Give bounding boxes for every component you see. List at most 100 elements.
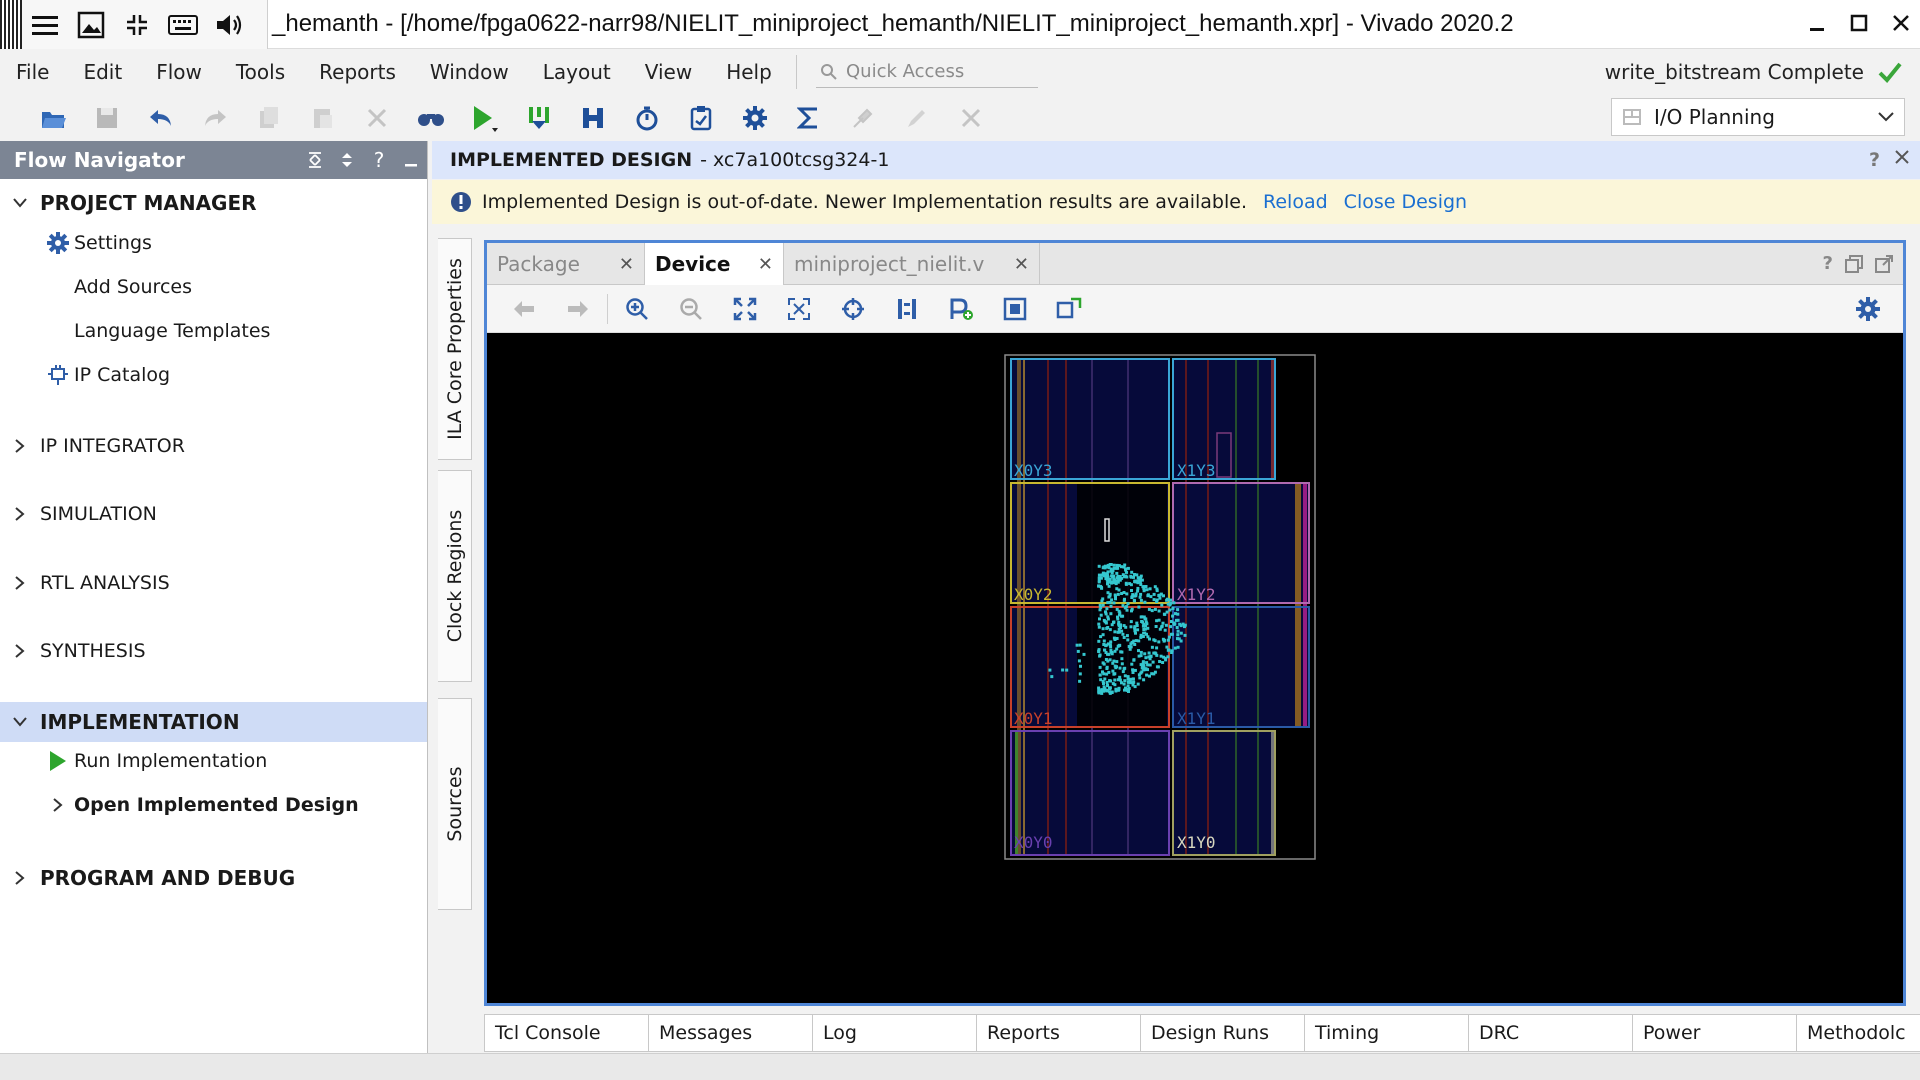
nav-item-add-sources[interactable]: Add Sources [0, 267, 427, 307]
tab-methodology[interactable]: Methodolc [1796, 1014, 1920, 1052]
close-tab-icon[interactable]: ✕ [1014, 254, 1029, 275]
timer-icon[interactable] [620, 98, 674, 138]
undo-icon[interactable] [134, 98, 188, 138]
close-tab-icon[interactable]: ✕ [619, 254, 634, 275]
pblock-icon[interactable] [988, 289, 1042, 329]
maximize-icon[interactable] [1846, 10, 1872, 36]
close-tab-icon[interactable]: ✕ [758, 254, 773, 275]
generate-bitstream-icon[interactable] [512, 98, 566, 138]
tab-timing[interactable]: Timing [1304, 1014, 1468, 1052]
run-icon[interactable] [458, 98, 512, 138]
hamburger-menu-icon[interactable] [22, 0, 68, 49]
tab-reports[interactable]: Reports [976, 1014, 1140, 1052]
forward-arrow-icon[interactable] [551, 289, 605, 329]
placed-cell [1132, 658, 1136, 662]
keyboard-icon[interactable] [160, 0, 206, 49]
quick-access-search[interactable]: Quick Access [816, 56, 1038, 88]
tab-design-runs[interactable]: Design Runs [1140, 1014, 1304, 1052]
section-project-manager[interactable]: PROJECT MANAGER [0, 183, 427, 223]
menu-window[interactable]: Window [430, 60, 509, 84]
tab-log[interactable]: Log [812, 1014, 976, 1052]
minimize-icon[interactable] [1804, 10, 1830, 36]
grip-handle[interactable] [0, 0, 22, 49]
save-icon[interactable] [80, 98, 134, 138]
nav-item-settings[interactable]: Settings [0, 223, 427, 263]
minimize-panel-icon[interactable] [395, 153, 427, 167]
section-simulation[interactable]: SIMULATION [0, 494, 427, 534]
debug-icon[interactable] [836, 98, 890, 138]
find-icon[interactable] [404, 98, 458, 138]
help-icon[interactable]: ? [363, 148, 395, 172]
placed-cell [1155, 598, 1159, 602]
menu-view[interactable]: View [645, 60, 692, 84]
back-arrow-icon[interactable] [497, 289, 551, 329]
zoom-fit-icon[interactable] [718, 289, 772, 329]
tab-messages[interactable]: Messages [648, 1014, 812, 1052]
tab-clock-regions[interactable]: Clock Regions [438, 470, 472, 682]
section-ip-integrator[interactable]: IP INTEGRATOR [0, 426, 427, 466]
menu-help[interactable]: Help [726, 60, 772, 84]
device-canvas[interactable]: X0Y3 X1Y3 X0Y2 X1Y2 X0Y1 X1Y1 X0Y0 X1Y0 [487, 333, 1903, 1003]
crosshair-icon[interactable] [826, 289, 880, 329]
menu-reports[interactable]: Reports [319, 60, 396, 84]
tab-power[interactable]: Power [1632, 1014, 1796, 1052]
report-icon[interactable] [674, 98, 728, 138]
section-implementation[interactable]: IMPLEMENTATION [0, 702, 427, 742]
banner-message: Implemented Design is out-of-date. Newer… [482, 191, 1248, 213]
section-rtl-analysis[interactable]: RTL ANALYSIS [0, 563, 427, 603]
delete-icon[interactable] [350, 98, 404, 138]
nav-item-open-implemented-design[interactable]: Open Implemented Design [0, 785, 427, 825]
menu-edit[interactable]: Edit [83, 60, 122, 84]
float-window-icon[interactable] [1875, 254, 1893, 273]
tab-tcl-console[interactable]: Tcl Console [484, 1014, 648, 1052]
edit-icon[interactable] [890, 98, 944, 138]
restore-icon[interactable] [1845, 254, 1863, 273]
tab-sources[interactable]: Sources [438, 698, 472, 910]
help-icon[interactable]: ? [1823, 253, 1833, 274]
sigma-icon[interactable] [782, 98, 836, 138]
tab-device[interactable]: Device ✕ [645, 243, 784, 285]
fpga-device-map[interactable]: X0Y3 X1Y3 X0Y2 X1Y2 X0Y1 X1Y1 X0Y0 X1Y0 [487, 333, 1903, 1003]
close-icon[interactable] [1888, 10, 1914, 36]
settings-gear-icon[interactable] [728, 98, 782, 138]
placed-cell [1156, 665, 1160, 669]
section-program-debug[interactable]: PROGRAM AND DEBUG [0, 858, 427, 898]
menu-tools[interactable]: Tools [236, 60, 285, 84]
layout-select[interactable]: I/O Planning [1611, 98, 1905, 136]
shrink-icon[interactable] [114, 0, 160, 49]
redo-icon[interactable] [188, 98, 242, 138]
open-project-icon[interactable] [26, 98, 80, 138]
close-design-link[interactable]: Close Design [1344, 191, 1467, 213]
place-ports-icon[interactable] [934, 289, 988, 329]
tab-drc[interactable]: DRC [1468, 1014, 1632, 1052]
section-label: SIMULATION [40, 503, 157, 525]
screenshot-icon[interactable] [68, 0, 114, 49]
tab-package[interactable]: Package ✕ [487, 243, 645, 285]
copy-icon[interactable] [242, 98, 296, 138]
tab-ila-core-properties[interactable]: ILA Core Properties [438, 238, 472, 460]
program-device-icon[interactable] [566, 98, 620, 138]
nav-item-run-implementation[interactable]: Run Implementation [0, 741, 427, 781]
reload-link[interactable]: Reload [1263, 191, 1328, 213]
menu-file[interactable]: File [16, 60, 49, 84]
nav-item-language-templates[interactable]: Language Templates [0, 311, 427, 351]
expand-all-icon[interactable] [331, 152, 363, 168]
menu-flow[interactable]: Flow [156, 60, 202, 84]
zoom-out-icon[interactable] [664, 289, 718, 329]
settings-gear-icon[interactable] [1841, 289, 1895, 329]
help-icon[interactable]: ? [1869, 149, 1880, 171]
volume-icon[interactable] [206, 0, 252, 49]
cancel-icon[interactable] [944, 98, 998, 138]
close-icon[interactable] [1894, 149, 1910, 171]
paste-icon[interactable] [296, 98, 350, 138]
zoom-selected-icon[interactable] [772, 289, 826, 329]
draw-pblock-icon[interactable] [1042, 289, 1096, 329]
collapse-all-icon[interactable] [299, 152, 331, 168]
zoom-in-icon[interactable] [610, 289, 664, 329]
menu-layout[interactable]: Layout [543, 60, 611, 84]
section-synthesis[interactable]: SYNTHESIS [0, 631, 427, 671]
routing-resources-icon[interactable] [880, 289, 934, 329]
placed-cell [1158, 660, 1162, 663]
tab-source-file[interactable]: miniproject_nielit.v ✕ [784, 243, 1040, 285]
nav-item-ip-catalog[interactable]: IP Catalog [0, 355, 427, 395]
